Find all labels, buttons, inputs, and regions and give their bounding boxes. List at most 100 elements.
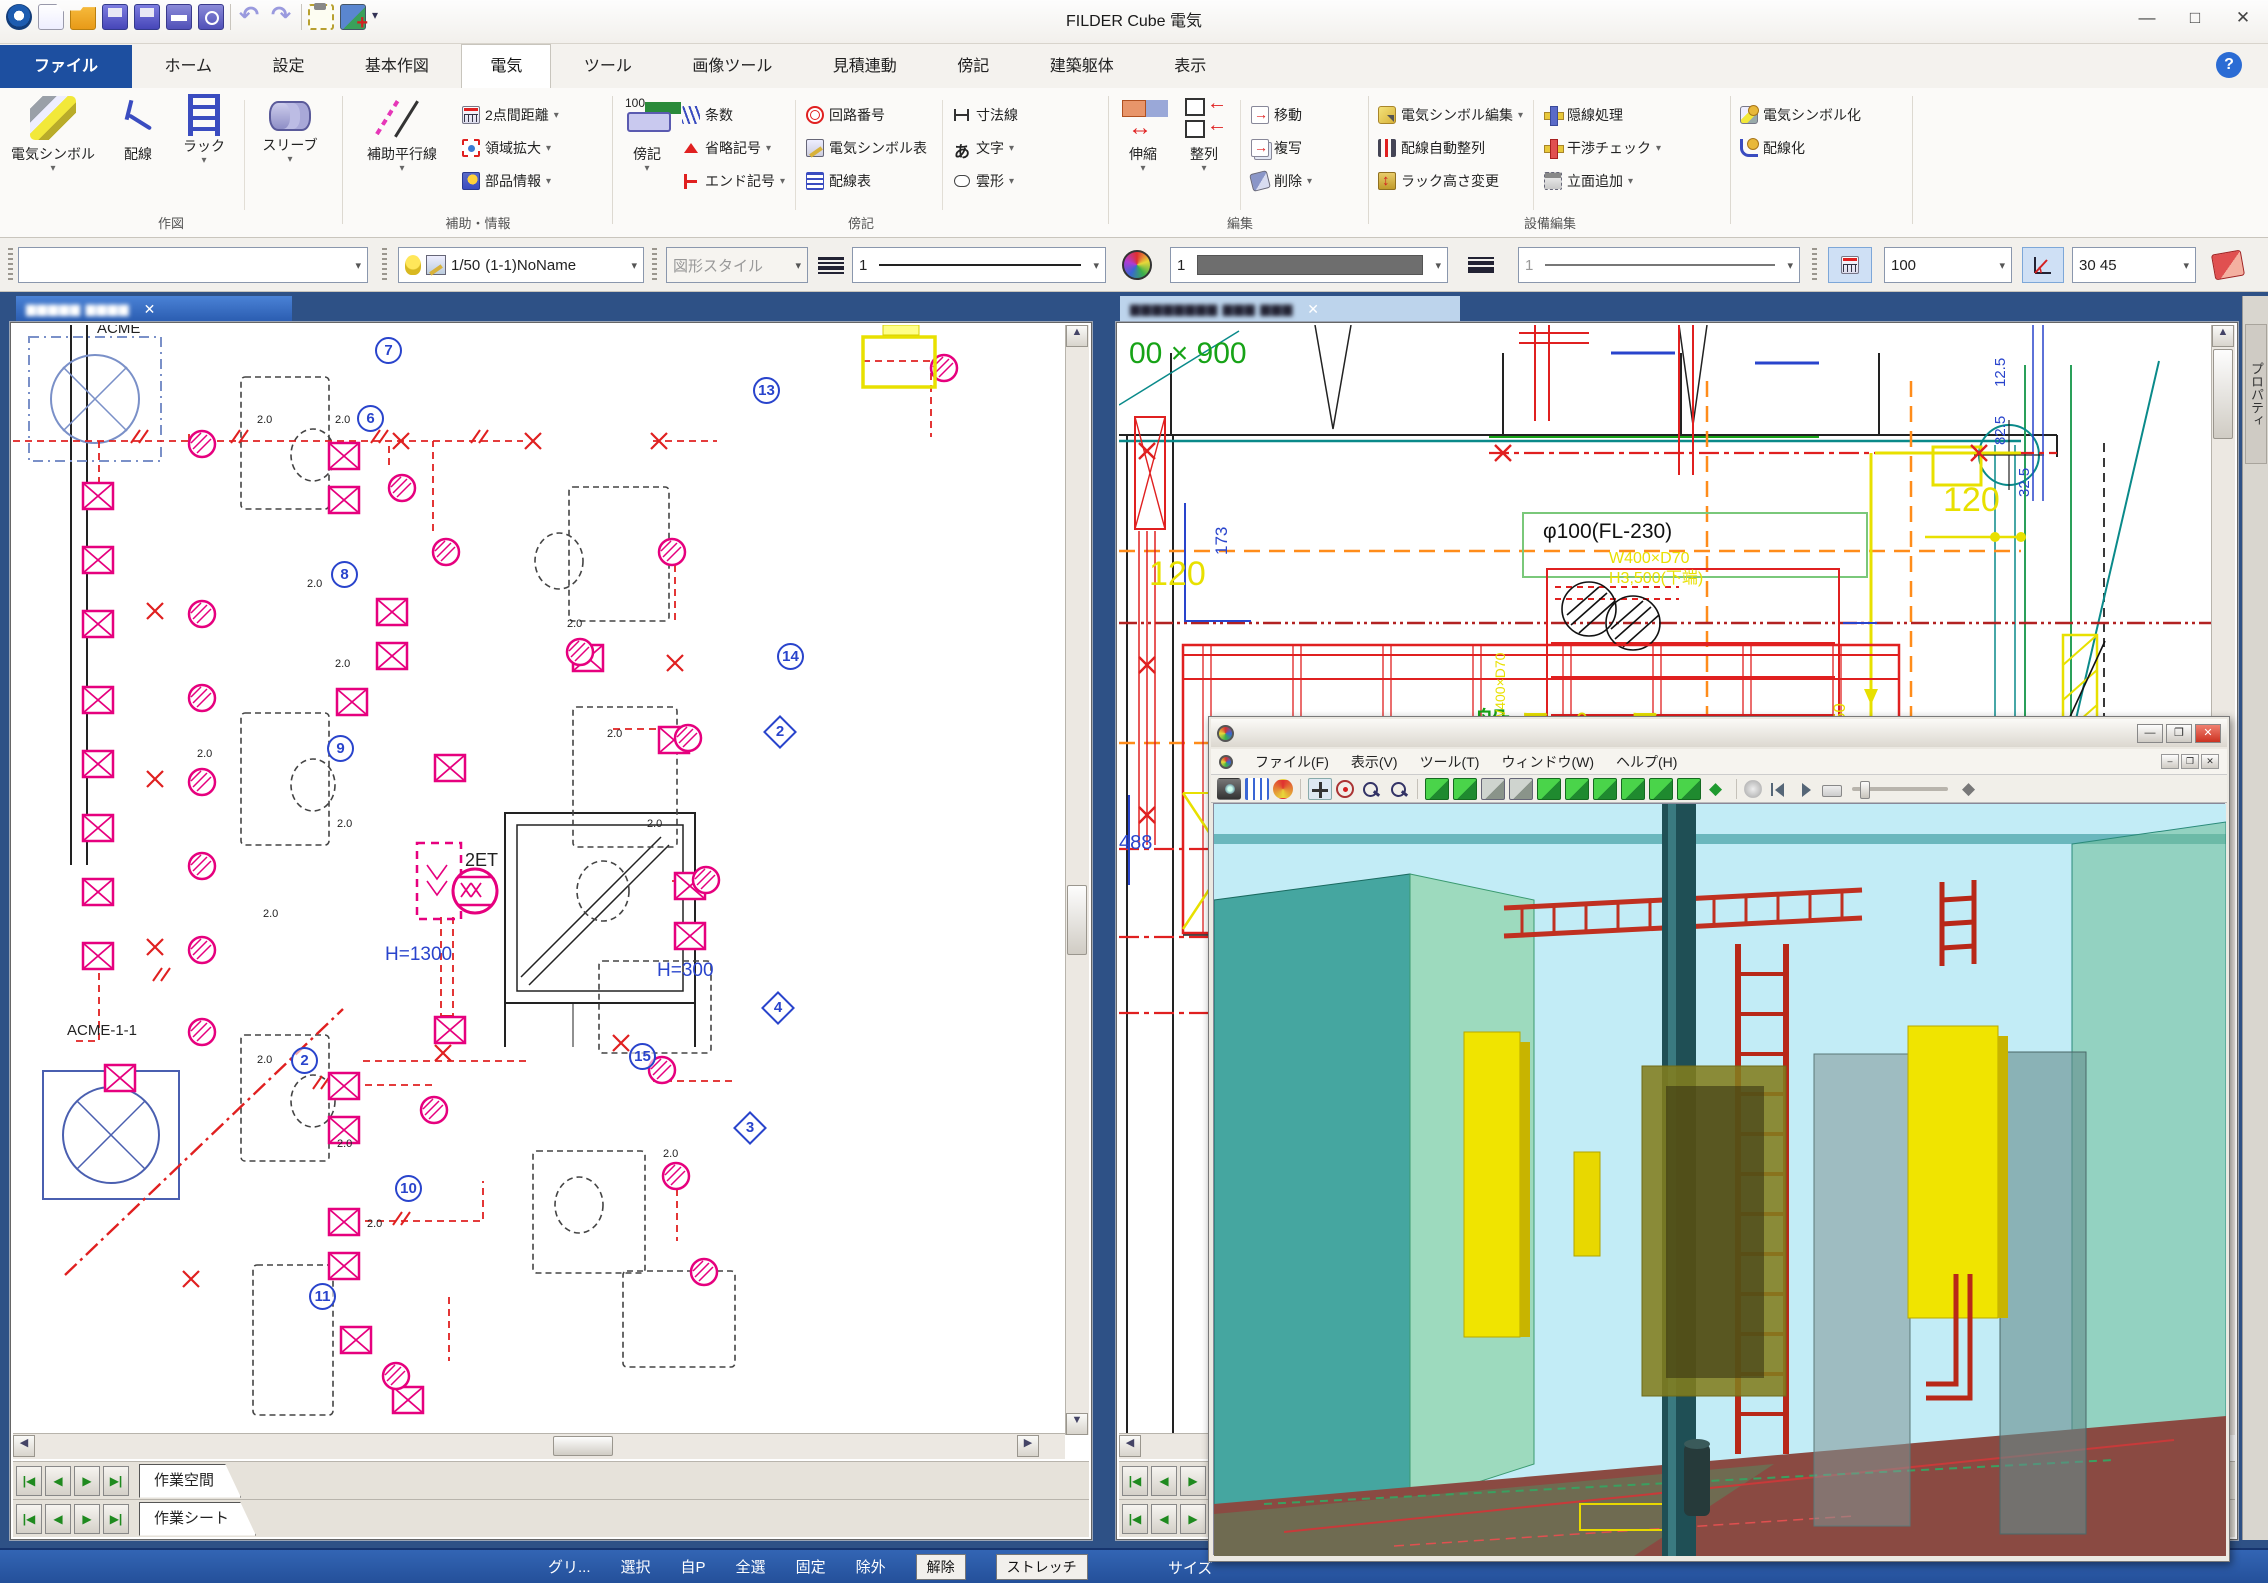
prev-sheet-icon[interactable]: ◀ — [1151, 1466, 1177, 1496]
scale-layer-combo[interactable]: 1/50 (1-1)NoName ▾ — [398, 247, 644, 283]
ribbon-small-button[interactable]: 文字▾ — [949, 133, 1027, 163]
grid-snap-button[interactable] — [1828, 247, 1872, 283]
shape-style-combo[interactable]: 図形スタイル▾ — [666, 247, 808, 283]
electric-symbol-button[interactable]: 電気シンボル▾ — [0, 92, 106, 174]
step-back-icon[interactable] — [1766, 778, 1790, 800]
ribbon-small-button[interactable]: 削除▾ — [1247, 166, 1316, 196]
ribbon-small-button[interactable]: 複写 — [1247, 133, 1316, 163]
viewer-menu-item[interactable]: ツール(T) — [1420, 752, 1480, 772]
stretch-button[interactable]: 伸縮▾ — [1112, 92, 1174, 174]
tab-settings[interactable]: 設定 — [244, 45, 332, 89]
view-back-icon[interactable] — [1537, 778, 1561, 800]
ribbon-small-button[interactable]: 隠線処理 — [1540, 100, 1665, 130]
sleeve-button[interactable]: スリーブ▾ — [251, 92, 329, 165]
grid-size-combo[interactable]: 100▾ — [1884, 247, 2012, 283]
layer-edit-icon[interactable] — [426, 255, 446, 275]
first-sheet-icon[interactable]: |◀ — [1122, 1504, 1148, 1534]
document-tab-close-icon[interactable]: ✕ — [144, 301, 156, 318]
color-combo[interactable]: 1▾ — [1170, 247, 1448, 283]
tab-tools[interactable]: ツール — [556, 45, 660, 89]
view-right-icon[interactable] — [1593, 778, 1617, 800]
ribbon-small-button[interactable]: 回路番号 — [802, 100, 936, 130]
ribbon-small-button[interactable]: 電気シンボル編集▾ — [1374, 100, 1527, 130]
status-toggle[interactable]: グリ... — [548, 1556, 591, 1577]
view-front-icon[interactable] — [1453, 778, 1477, 800]
ribbon-small-button[interactable]: 条数 — [678, 100, 789, 130]
ribbon-small-button[interactable]: 寸法線 — [949, 100, 1027, 130]
lineweight-icon[interactable] — [1458, 247, 1504, 283]
help-icon[interactable]: ? — [2216, 52, 2242, 78]
tab-image-tools[interactable]: 画像ツール — [664, 45, 800, 89]
document-tab-close-icon[interactable]: ✕ — [1307, 301, 1319, 318]
tab-view[interactable]: 表示 — [1146, 45, 1234, 89]
play-icon[interactable] — [1794, 778, 1818, 800]
ribbon-small-button[interactable]: 移動 — [1247, 100, 1316, 130]
prev-sheet-icon[interactable]: ◀ — [45, 1466, 71, 1496]
ribbon-small-button[interactable]: 電気シンボル化 — [1736, 100, 1870, 130]
measure-tool-icon[interactable] — [2208, 247, 2248, 283]
angle-snap-button[interactable] — [2022, 247, 2064, 283]
ribbon-small-button[interactable]: 電気シンボル表 — [802, 133, 936, 163]
stop-icon[interactable] — [1822, 785, 1842, 797]
ribbon-small-button[interactable]: 省略記号▾ — [678, 133, 789, 163]
view-top-icon[interactable] — [1481, 778, 1505, 800]
first-sheet-icon[interactable]: |◀ — [1122, 1466, 1148, 1496]
first-sheet-icon[interactable]: |◀ — [16, 1504, 42, 1534]
wiring-button[interactable]: 配線 — [106, 92, 170, 164]
sheet-tab-workspace[interactable]: 作業空間 — [139, 1464, 241, 1498]
last-sheet-icon[interactable]: ▶| — [103, 1504, 129, 1534]
viewer-titlebar[interactable]: — ❐ ✕ — [1211, 719, 2227, 747]
ribbon-small-button[interactable]: 干渉チェック▾ — [1540, 133, 1665, 163]
status-toggle[interactable]: 固定 — [796, 1556, 826, 1577]
viewer-menu-item[interactable]: ファイル(F) — [1255, 752, 1329, 772]
annotation-button[interactable]: 傍記▾ — [616, 92, 678, 174]
ribbon-small-button[interactable]: 配線自動整列 — [1374, 133, 1527, 163]
status-toggle[interactable]: 選択 — [621, 1556, 651, 1577]
tab-estimate-link[interactable]: 見積連動 — [805, 45, 925, 89]
status-stretch-button[interactable]: ストレッチ — [996, 1554, 1088, 1580]
linetype-list-icon[interactable] — [814, 247, 848, 283]
zoom-tool-icon[interactable] — [1358, 778, 1382, 800]
pan-tool-icon[interactable] — [1308, 778, 1332, 800]
layer-visibility-icon[interactable] — [405, 255, 421, 275]
viewer-restore-button[interactable]: ❐ — [2166, 724, 2192, 743]
align-button[interactable]: 整列▾ — [1174, 92, 1234, 174]
first-sheet-icon[interactable]: |◀ — [16, 1466, 42, 1496]
prev-sheet-icon[interactable]: ◀ — [1151, 1504, 1177, 1534]
property-panel-tab[interactable]: プロパティ — [2245, 324, 2267, 464]
view-left-icon[interactable] — [1565, 778, 1589, 800]
viewer-minimize-button[interactable]: — — [2137, 724, 2163, 743]
ribbon-small-button[interactable]: 配線表 — [802, 166, 936, 196]
tab-annotation[interactable]: 傍記 — [929, 45, 1017, 89]
viewer-menu-item[interactable]: ウィンドウ(W) — [1501, 752, 1594, 772]
lineweight-combo[interactable]: 1▾ — [1518, 247, 1800, 283]
view-iso-icon[interactable] — [1425, 778, 1449, 800]
document-tab-active[interactable]: ▆▆▆▆▆ ▆▆▆▆ ✕ — [16, 296, 292, 322]
status-toggle[interactable]: 全選 — [736, 1556, 766, 1577]
child-restore-button[interactable]: ❐ — [2181, 754, 2199, 769]
grid-view-icon[interactable] — [1245, 778, 1269, 800]
ribbon-small-button[interactable]: 部品情報▾ — [458, 166, 563, 196]
tab-basic-drafting[interactable]: 基本作図 — [337, 45, 457, 89]
animation-slider[interactable] — [1852, 787, 1948, 791]
tab-electric[interactable]: 電気 — [461, 44, 551, 88]
zoom-window-icon[interactable] — [1386, 778, 1410, 800]
close-button[interactable]: ✕ — [2224, 4, 2262, 34]
ribbon-small-button[interactable]: 領域拡大▾ — [458, 133, 563, 163]
snapshot-icon[interactable] — [1217, 778, 1241, 800]
view-side-icon[interactable] — [1509, 778, 1533, 800]
ribbon-small-button[interactable]: 2点間距離▾ — [458, 100, 563, 130]
view-ne-icon[interactable] — [1677, 778, 1701, 800]
ribbon-small-button[interactable]: 立面追加▾ — [1540, 166, 1665, 196]
status-toggle[interactable]: 自P — [681, 1556, 706, 1577]
aux-parallel-line-button[interactable]: 補助平行線▾ — [346, 92, 458, 174]
color-wheel-icon[interactable] — [1118, 247, 1156, 283]
linetype-combo[interactable]: 1▾ — [852, 247, 1106, 283]
status-release-button[interactable]: 解除 — [916, 1554, 966, 1580]
view-bottom-icon[interactable] — [1621, 778, 1645, 800]
viewer-3d-viewport[interactable] — [1213, 803, 2225, 1555]
walkthrough-icon[interactable] — [1705, 778, 1729, 800]
ribbon-small-button[interactable]: 雲形▾ — [949, 166, 1027, 196]
minimize-button[interactable]: — — [2128, 4, 2166, 34]
tab-home[interactable]: ホーム — [136, 45, 240, 89]
